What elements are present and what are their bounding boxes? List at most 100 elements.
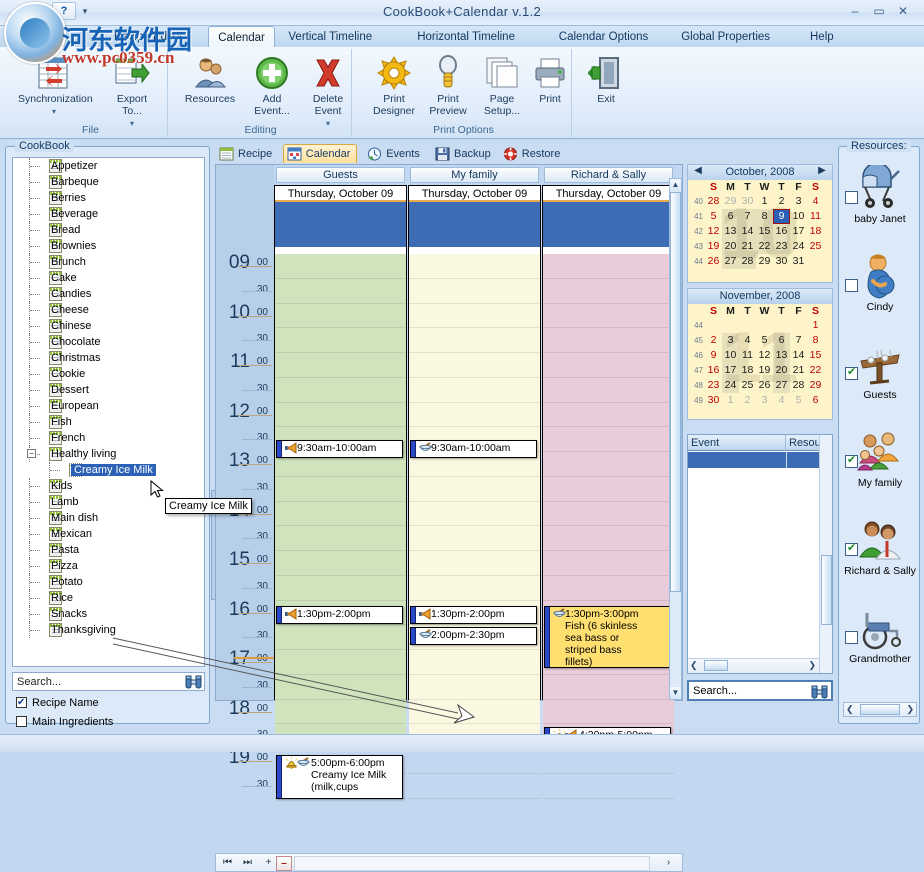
mini-calendar-day[interactable] (739, 318, 756, 333)
mini-calendar-day[interactable]: 22 (807, 363, 824, 378)
ribbon-tab-global-properties[interactable]: Global Properties (672, 27, 779, 48)
mini-calendar-day[interactable]: 8 (756, 209, 773, 224)
calendar-vscrollbar[interactable]: ▲ ▼ (669, 178, 682, 700)
mini-calendar-day[interactable]: 18 (739, 363, 756, 378)
mini-calendar-day[interactable]: 11 (807, 209, 824, 224)
tree-item[interactable]: Fish (13, 414, 204, 430)
time-slot[interactable] (275, 576, 406, 601)
mini-calendar-day[interactable]: 3 (722, 333, 739, 348)
mini-calendar-day[interactable]: 2 (739, 393, 756, 408)
time-slot[interactable] (409, 279, 540, 304)
ribbon-tab-calendar[interactable]: Calendar (208, 26, 275, 49)
tree-item[interactable]: European (13, 398, 204, 414)
resources-hscrollbar[interactable]: ❮ ❯ (843, 702, 917, 717)
mini-calendar-day[interactable]: 5 (705, 209, 722, 224)
resource-item[interactable]: My family (843, 429, 917, 489)
checkbox-main-ingredients[interactable] (16, 716, 27, 727)
nav-scroll-track[interactable] (294, 856, 650, 871)
tree-item[interactable]: French (13, 430, 204, 446)
tree-item[interactable]: Chocolate (13, 334, 204, 350)
ribbon-button-export[interactable]: Export To... ▾ (96, 55, 168, 129)
checkbox-recipe-name[interactable] (16, 695, 27, 711)
time-slot[interactable] (275, 403, 406, 428)
mini-calendar-day[interactable]: 7 (739, 209, 756, 224)
mini-calendar-day[interactable] (756, 318, 773, 333)
mini-calendar-day[interactable]: 1 (722, 393, 739, 408)
mini-calendar-day[interactable] (790, 318, 807, 333)
mini-calendar-day[interactable]: 24 (722, 378, 739, 393)
tree-item[interactable]: Pasta (13, 542, 204, 558)
ribbon-tab-recipe-editor[interactable]: Recipe Editor (105, 27, 192, 48)
mini-calendar-day[interactable]: 16 (773, 224, 790, 239)
close-button[interactable]: ✕ (892, 4, 914, 21)
mini-calendar-day[interactable]: 30 (705, 393, 722, 408)
mini-calendar-day[interactable]: 20 (773, 363, 790, 378)
calendar-event[interactable]: 5:00pm-6:00pm Creamy Ice Milk (milk,cups (276, 755, 403, 799)
panel-tab-recipe[interactable]: Recipe (215, 144, 279, 163)
scroll-up-icon[interactable]: ▲ (670, 179, 681, 191)
resource-checkbox[interactable] (845, 365, 858, 380)
time-slot[interactable] (543, 675, 674, 700)
mini-calendar-prev-icon[interactable]: ◀ (691, 165, 705, 176)
mini-calendar-day[interactable]: 1 (756, 194, 773, 209)
mini-calendar-day[interactable]: 13 (773, 348, 790, 363)
mini-calendar-next-icon[interactable]: ▶ (815, 165, 829, 176)
time-slot[interactable] (409, 675, 540, 700)
tree-item[interactable]: Pizza (13, 558, 204, 574)
time-slot[interactable] (275, 328, 406, 353)
nav-remove-button[interactable]: – (276, 856, 292, 871)
calendar-event[interactable]: 1:30pm-2:00pm (410, 606, 537, 624)
chevron-down-icon[interactable]: ▾ (78, 4, 92, 18)
resource-column-header[interactable]: Richard & Sally (544, 167, 673, 183)
mini-calendar-day[interactable]: 29 (807, 378, 824, 393)
mini-calendar-day[interactable]: 6 (773, 333, 790, 348)
time-slot[interactable] (275, 502, 406, 527)
tree-item[interactable]: Cheese (13, 302, 204, 318)
time-slot[interactable] (543, 452, 674, 477)
mini-calendar-day[interactable]: 17 (790, 224, 807, 239)
ribbon-button-exit[interactable]: Exit (570, 55, 642, 105)
tree-item[interactable]: Brunch (13, 254, 204, 270)
ribbon-tab-horizontal-timeline[interactable]: Horizontal Timeline (408, 27, 524, 48)
event-grid-scroll-next-icon[interactable]: ❯ (808, 659, 816, 672)
tree-item[interactable]: Snacks (13, 606, 204, 622)
calendar-event[interactable]: 2:00pm-2:30pm (410, 627, 537, 645)
time-slot[interactable] (275, 304, 406, 329)
resources-scroll-next-icon[interactable]: ❯ (906, 703, 914, 716)
tree-item[interactable]: Potato (13, 574, 204, 590)
mini-calendar-day[interactable]: 7 (790, 333, 807, 348)
time-slot[interactable] (409, 700, 540, 725)
mini-calendar-day[interactable]: 20 (722, 239, 739, 254)
mini-calendar-day[interactable]: 4 (807, 194, 824, 209)
mini-calendar-day[interactable]: 19 (756, 363, 773, 378)
mini-calendar-day[interactable]: 29 (756, 254, 773, 269)
resources-scroll-prev-icon[interactable]: ❮ (846, 703, 854, 716)
time-slot[interactable] (543, 403, 674, 428)
time-slot[interactable] (409, 551, 540, 576)
mini-calendar-day[interactable]: 28 (705, 194, 722, 209)
ribbon-tab-calendar-options[interactable]: Calendar Options (550, 27, 658, 48)
tree-item[interactable]: Chinese (13, 318, 204, 334)
time-slot[interactable] (275, 625, 406, 650)
time-slot[interactable] (409, 650, 540, 675)
time-slot[interactable] (409, 353, 540, 378)
chevron-down-icon[interactable]: ▾ (52, 107, 56, 116)
mini-calendar-day[interactable]: 2 (705, 333, 722, 348)
time-slot[interactable] (275, 526, 406, 551)
time-slot[interactable] (275, 279, 406, 304)
mini-calendar-day[interactable]: 24 (790, 239, 807, 254)
maximize-button[interactable]: ▭ (868, 4, 890, 21)
time-slot[interactable] (543, 502, 674, 527)
mini-calendar-day[interactable] (773, 318, 790, 333)
tree-item[interactable]: Berries (13, 190, 204, 206)
panel-tab-calendar[interactable]: Calendar (282, 144, 358, 163)
mini-calendar-day[interactable]: 15 (807, 348, 824, 363)
mini-calendar-day[interactable] (807, 254, 824, 269)
mini-calendar-day[interactable]: 5 (790, 393, 807, 408)
nav-add-button[interactable]: + (261, 856, 276, 871)
mini-calendar-day[interactable]: 19 (705, 239, 722, 254)
time-slot[interactable] (543, 774, 674, 799)
time-slot[interactable] (409, 304, 540, 329)
tree-item[interactable]: Mexican (13, 526, 204, 542)
time-slot[interactable] (543, 304, 674, 329)
